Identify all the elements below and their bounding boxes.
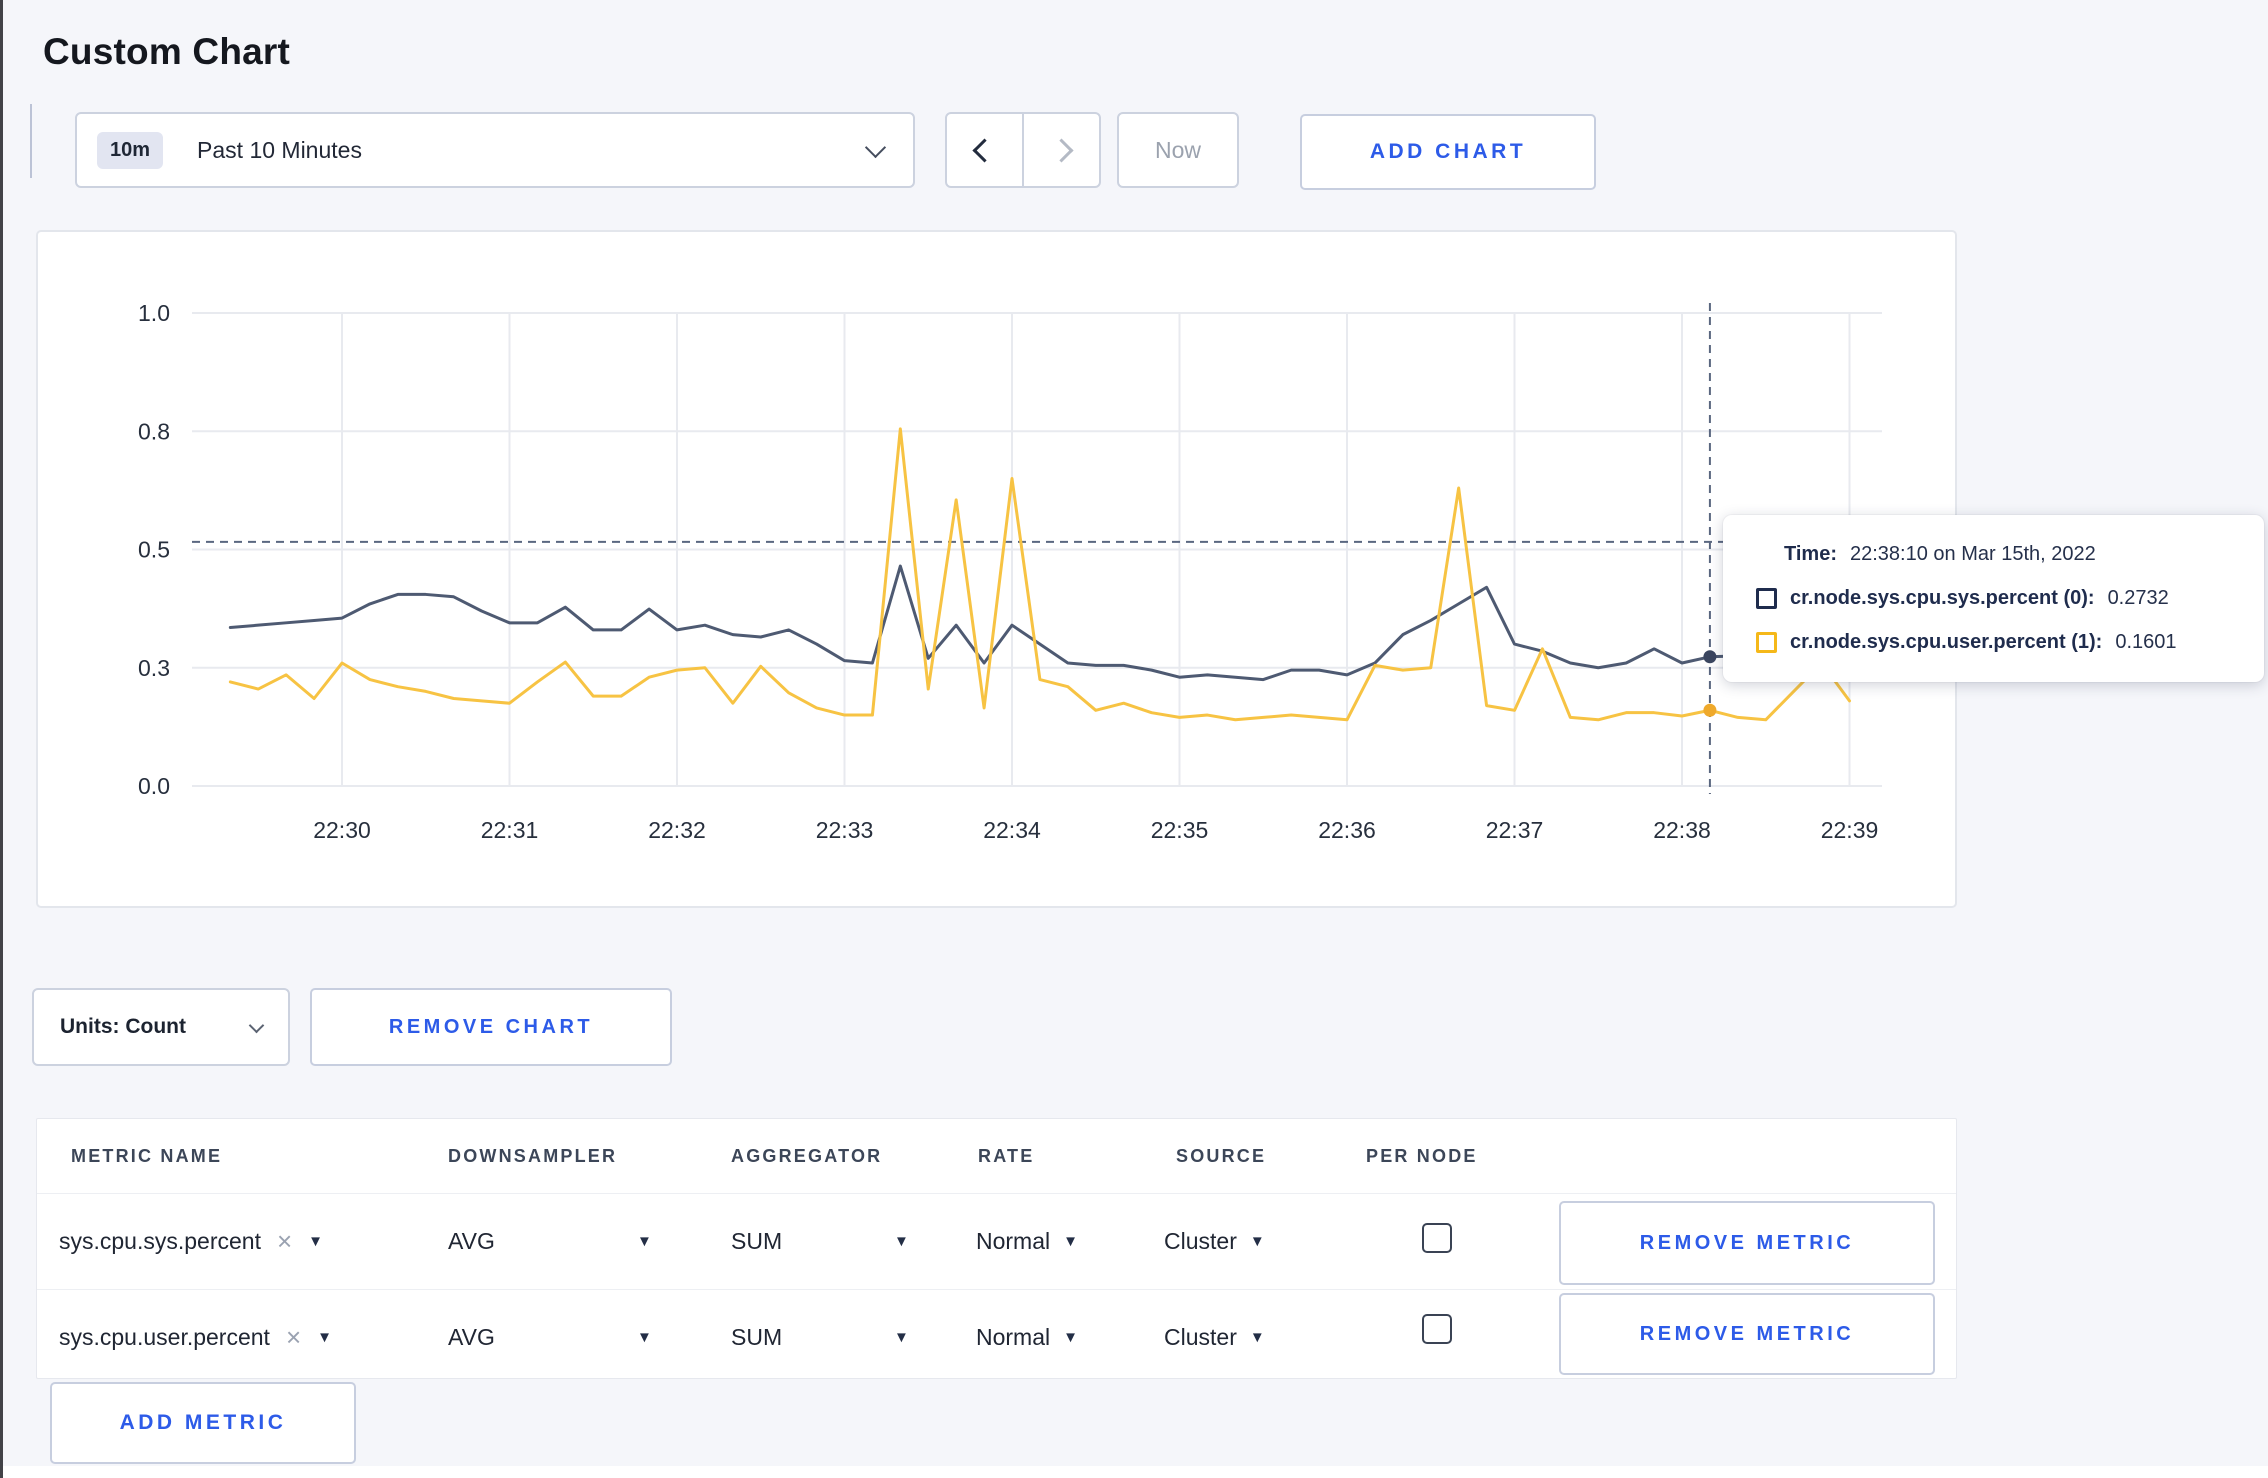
- dropdown-caret-icon: ▼: [1249, 1328, 1265, 1346]
- close-icon[interactable]: ×: [277, 1228, 292, 1254]
- metrics-table: METRIC NAME DOWNSAMPLER AGGREGATOR RATE …: [36, 1118, 1957, 1379]
- table-row: sys.cpu.user.percent × ▼ AVG ▼ SUM ▼ Nor…: [37, 1289, 1956, 1385]
- time-range-dropdown[interactable]: 10m Past 10 Minutes: [75, 112, 915, 188]
- page-bottom-strip: [3, 1466, 2268, 1478]
- prev-interval-button[interactable]: [947, 114, 1024, 186]
- series-line-1: [228, 427, 1851, 722]
- x-tick-label: 22:37: [1486, 817, 1544, 843]
- now-button[interactable]: Now: [1117, 112, 1239, 188]
- add-chart-button[interactable]: ADD CHART: [1300, 114, 1596, 190]
- chevron-down-icon: [864, 136, 887, 158]
- add-metric-button[interactable]: ADD METRIC: [50, 1382, 356, 1464]
- aggregator-select[interactable]: SUM: [731, 1289, 782, 1385]
- tooltip-series-name: cr.node.sys.cpu.sys.percent (0):: [1790, 586, 2095, 609]
- chevron-right-icon: [1049, 137, 1074, 163]
- col-header-source: SOURCE: [1176, 1145, 1267, 1166]
- col-header-aggregator: AGGREGATOR: [731, 1145, 883, 1166]
- x-tick-label: 22:39: [1821, 817, 1879, 843]
- x-tick-label: 22:36: [1318, 817, 1376, 843]
- tooltip-time-row: Time: 22:38:10 on Mar 15th, 2022: [1756, 532, 2264, 576]
- metric-name-select[interactable]: sys.cpu.sys.percent × ▼: [59, 1193, 323, 1289]
- per-node-checkbox[interactable]: [1422, 1314, 1452, 1344]
- next-interval-button[interactable]: [1024, 114, 1099, 186]
- y-tick-label: 1.0: [138, 300, 170, 326]
- cpu-chart-canvas[interactable]: 0.0 0.3 0.5 0.8 1.0 22:30 22:31 22:32 22:33 22:34…: [38, 232, 1955, 906]
- tooltip-series-row: cr.node.sys.cpu.user.percent (1): 0.1601: [1756, 620, 2264, 664]
- page-title: Custom Chart: [43, 30, 291, 72]
- metric-name-value: sys.cpu.sys.percent: [59, 1227, 261, 1254]
- source-select[interactable]: Cluster ▼: [1164, 1193, 1265, 1289]
- series-sys-swatch-icon: [1756, 587, 1777, 609]
- downsampler-select[interactable]: AVG: [448, 1193, 495, 1289]
- time-window-label: Past 10 Minutes: [197, 136, 362, 163]
- dropdown-caret-icon: ▼: [1063, 1232, 1078, 1250]
- aggregator-select[interactable]: SUM: [731, 1193, 782, 1289]
- hover-dot-1: [1703, 703, 1717, 717]
- units-label: Units: Count: [60, 1015, 186, 1038]
- dropdown-caret-icon[interactable]: ▼: [637, 1193, 652, 1289]
- chart-tooltip: Time: 22:38:10 on Mar 15th, 2022 cr.node…: [1723, 515, 2264, 682]
- chevron-down-icon: [248, 1017, 265, 1033]
- per-node-checkbox[interactable]: [1422, 1223, 1452, 1253]
- x-tick-label: 22:35: [1151, 817, 1209, 843]
- units-dropdown[interactable]: Units: Count: [32, 988, 290, 1066]
- close-icon[interactable]: ×: [286, 1324, 301, 1350]
- x-tick-label: 22:33: [816, 817, 874, 843]
- col-header-per-node: PER NODE: [1366, 1145, 1478, 1166]
- table-row: sys.cpu.sys.percent × ▼ AVG ▼ SUM ▼ Norm…: [37, 1193, 1956, 1289]
- y-tick-label: 0.5: [138, 537, 170, 563]
- x-tick-label: 22:34: [983, 817, 1041, 843]
- remove-metric-button[interactable]: REMOVE METRIC: [1559, 1201, 1935, 1285]
- time-window-badge: 10m: [97, 131, 164, 169]
- dropdown-caret-icon: ▼: [1063, 1328, 1078, 1346]
- tooltip-series-value: 0.1601: [2115, 630, 2177, 653]
- x-tick-label: 22:30: [313, 817, 371, 843]
- col-header-rate: RATE: [978, 1145, 1035, 1166]
- rate-select[interactable]: Normal ▼: [976, 1193, 1078, 1289]
- x-tick-label: 22:38: [1653, 817, 1711, 843]
- source-select[interactable]: Cluster ▼: [1164, 1289, 1265, 1385]
- dropdown-caret-icon: ▼: [1249, 1232, 1265, 1250]
- dropdown-caret-icon[interactable]: ▼: [894, 1193, 909, 1289]
- col-header-metric-name: METRIC NAME: [71, 1145, 223, 1166]
- metric-name-value: sys.cpu.user.percent: [59, 1323, 270, 1350]
- tooltip-series-name: cr.node.sys.cpu.user.percent (1):: [1790, 630, 2103, 653]
- series-line-0: [228, 564, 1851, 682]
- tooltip-series-value: 0.2732: [2107, 586, 2169, 609]
- rate-select[interactable]: Normal ▼: [976, 1289, 1078, 1385]
- tooltip-time-label: Time:: [1784, 542, 1837, 565]
- dropdown-caret-icon: ▼: [308, 1232, 324, 1250]
- y-tick-label: 0.3: [138, 655, 170, 681]
- x-tick-label: 22:32: [648, 817, 706, 843]
- hover-dot-0: [1703, 650, 1717, 664]
- custom-chart-card: 0.0 0.3 0.5 0.8 1.0 22:30 22:31 22:32 22:33 22:34…: [36, 230, 2264, 908]
- y-tick-label: 0.8: [138, 418, 170, 444]
- remove-chart-button[interactable]: REMOVE CHART: [310, 988, 672, 1066]
- metric-name-select[interactable]: sys.cpu.user.percent × ▼: [59, 1289, 332, 1385]
- tooltip-time-value: 22:38:10 on Mar 15th, 2022: [1849, 542, 2096, 565]
- y-tick-label: 0.0: [138, 773, 170, 799]
- col-header-downsampler: DOWNSAMPLER: [448, 1145, 618, 1166]
- toolbar-left-divider: [30, 104, 32, 178]
- time-nav-group: [945, 112, 1101, 188]
- x-tick-label: 22:31: [481, 817, 539, 843]
- dropdown-caret-icon: ▼: [317, 1328, 332, 1346]
- window-left-edge: [0, 0, 3, 1478]
- remove-metric-button[interactable]: REMOVE METRIC: [1559, 1293, 1935, 1375]
- tooltip-series-row: cr.node.sys.cpu.sys.percent (0): 0.2732: [1756, 576, 2264, 620]
- series-user-swatch-icon: [1756, 631, 1777, 653]
- chevron-left-icon: [972, 137, 997, 163]
- downsampler-select[interactable]: AVG: [448, 1289, 495, 1385]
- dropdown-caret-icon[interactable]: ▼: [637, 1289, 652, 1385]
- dropdown-caret-icon[interactable]: ▼: [894, 1289, 909, 1385]
